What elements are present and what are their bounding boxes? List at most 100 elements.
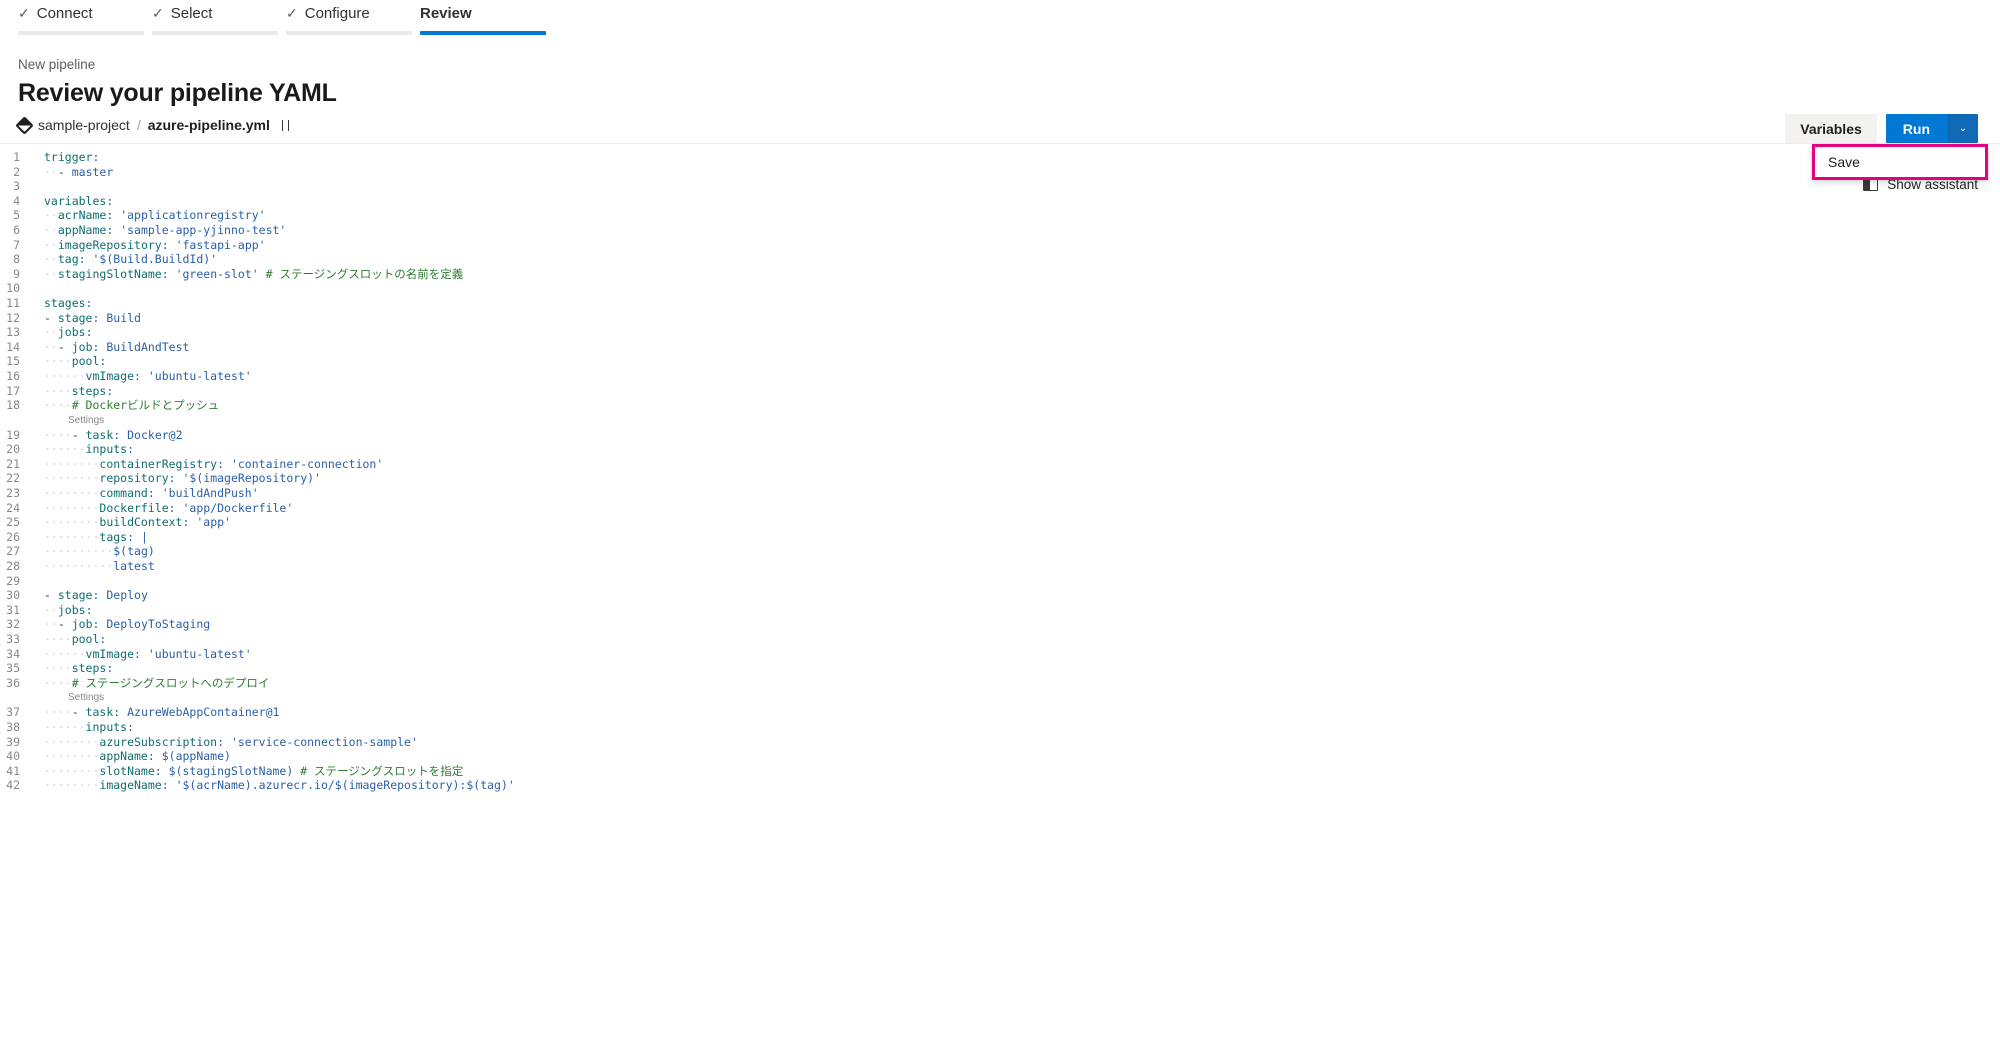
line-number: 37: [6, 705, 20, 720]
code-text[interactable]: - stage: Deploy: [44, 588, 148, 603]
code-text[interactable]: ······inputs:: [44, 442, 134, 457]
wizard-tab-review[interactable]: Review: [420, 0, 554, 35]
code-text[interactable]: ····pool:: [44, 632, 106, 647]
code-text[interactable]: variables:: [44, 194, 113, 209]
line-number: 8: [13, 252, 20, 267]
token-key: slotName: [99, 763, 155, 778]
code-text[interactable]: ········command: 'buildAndPush': [44, 486, 259, 501]
code-text[interactable]: ····pool:: [44, 354, 106, 369]
code-text[interactable]: ······vmImage: 'ubuntu-latest': [44, 647, 252, 662]
run-button[interactable]: Run: [1885, 114, 1947, 143]
code-text[interactable]: ··- job: BuildAndTest: [44, 340, 189, 355]
code-text[interactable]: ··········latest: [44, 559, 155, 574]
wizard-tab-underline: [286, 31, 412, 35]
page-title: Review your pipeline YAML: [18, 79, 337, 107]
dropdown-item-save[interactable]: Save: [1815, 147, 1985, 177]
token-punc: :: [161, 266, 176, 281]
wizard-tab-text: Select: [170, 4, 213, 22]
code-text[interactable]: ··jobs:: [44, 603, 93, 618]
code-text[interactable]: ······inputs:: [44, 720, 134, 735]
token-key: jobs: [57, 602, 86, 617]
line-number: 42: [6, 778, 20, 793]
code-text[interactable]: ··jobs:: [44, 325, 93, 340]
code-line: 26 ········tags: |: [0, 530, 2000, 545]
code-text[interactable]: ········repository: '$(imageRepository)': [44, 471, 321, 486]
line-number: 16: [6, 368, 20, 383]
code-text[interactable]: ····# Dockerビルドとプッシュ: [44, 398, 219, 413]
token-punc: :: [113, 705, 128, 720]
wizard-tab-label: Review: [420, 2, 554, 24]
code-text[interactable]: - stage: Build: [44, 311, 141, 326]
code-text[interactable]: ········imageName: '$(acrName).azurecr.i…: [44, 778, 515, 793]
code-text[interactable]: ········buildContext: 'app': [44, 515, 231, 530]
token-ind: ········: [44, 486, 100, 501]
token-key: trigger: [44, 150, 93, 164]
token-key: vmImage: [85, 368, 135, 383]
token-key: stage: [57, 310, 93, 325]
token-key: appName: [57, 222, 107, 237]
code-line: 7 ··imageRepository: 'fastapi-app': [0, 238, 2000, 253]
code-line: 13 ··jobs:: [0, 325, 2000, 340]
token-punc: :: [85, 325, 93, 340]
variables-button[interactable]: Variables: [1785, 114, 1877, 143]
token-key: variables: [44, 193, 107, 208]
code-line: 11 stages:: [0, 296, 2000, 311]
code-text[interactable]: ··- master: [44, 165, 113, 180]
line-number: 38: [6, 719, 20, 734]
token-punc: :: [154, 763, 169, 778]
code-text[interactable]: stages:: [44, 296, 92, 311]
code-text[interactable]: ········Dockerfile: 'app/Dockerfile': [44, 501, 293, 516]
wizard-tab-select[interactable]: ✓ Select: [152, 0, 286, 35]
token-dash: -: [57, 164, 72, 179]
wizard-tab-configure[interactable]: ✓ Configure: [286, 0, 420, 35]
token-cmt: # ステージングスロットへのデプロイ: [71, 675, 270, 690]
code-text[interactable]: ··imageRepository: 'fastapi-app': [44, 238, 266, 253]
breadcrumb-project[interactable]: sample-project: [38, 117, 130, 133]
branch-icon[interactable]: [280, 119, 293, 132]
code-text[interactable]: ········appName: $(appName): [44, 749, 231, 764]
code-text[interactable]: ········slotName: $(stagingSlotName) # ス…: [44, 764, 463, 779]
code-line: 18 ····# Dockerビルドとプッシュ: [0, 398, 2000, 413]
wizard-tab-label: ✓ Connect: [18, 2, 152, 24]
token-ind: ········: [44, 734, 100, 749]
wizard-tab-label: ✓ Configure: [286, 2, 420, 24]
code-text[interactable]: ······vmImage: 'ubuntu-latest': [44, 369, 252, 384]
token-punc: :: [92, 339, 107, 354]
line-number: 1: [13, 150, 20, 164]
breadcrumb-filename[interactable]: azure-pipeline.yml: [148, 117, 270, 133]
code-text[interactable]: ··tag: '$(Build.BuildId)': [44, 252, 217, 267]
yaml-code-editor[interactable]: 1 trigger: 2 ··- master 3 4 variables: 5 ··acrNa…: [0, 143, 2000, 903]
command-bar: Variables Run ⌄: [1785, 114, 1978, 143]
token-key: inputs: [85, 442, 128, 457]
code-text[interactable]: ····- task: Docker@2: [44, 428, 183, 443]
code-text[interactable]: trigger:: [44, 150, 99, 165]
wizard-tab-label: ✓ Select: [152, 2, 286, 24]
code-text[interactable]: ··acrName: 'applicationregistry': [44, 208, 266, 223]
code-text[interactable]: ··- job: DeployToStaging: [44, 617, 210, 632]
token-punc: :: [217, 456, 231, 471]
wizard-tab-underline: [152, 31, 278, 35]
code-text[interactable]: ····steps:: [44, 661, 113, 676]
token-ind: ····: [44, 661, 72, 676]
run-dropdown-menu: Save: [1812, 144, 1988, 180]
codelens-settings-link[interactable]: Settings: [68, 690, 104, 705]
wizard-tab-connect[interactable]: ✓ Connect: [18, 0, 152, 35]
line-number: 22: [6, 471, 20, 486]
code-text[interactable]: ··appName: 'sample-app-yjinno-test': [44, 223, 286, 238]
code-text[interactable]: ········containerRegistry: 'container-co…: [44, 457, 383, 472]
code-text[interactable]: ········azureSubscription: 'service-conn…: [44, 735, 418, 750]
line-number: 20: [6, 442, 20, 457]
line-number: 27: [6, 544, 20, 559]
token-cmt: # ステージングスロットの名前を定義: [258, 266, 464, 281]
code-text[interactable]: ····steps:: [44, 384, 113, 399]
code-text[interactable]: ··stagingSlotName: 'green-slot' # ステージング…: [44, 267, 463, 282]
token-ind: ······: [44, 646, 86, 661]
code-text[interactable]: ····# ステージングスロットへのデプロイ: [44, 676, 269, 691]
run-dropdown-chevron-icon[interactable]: ⌄: [1947, 114, 1978, 143]
code-text[interactable]: ··········$(tag): [44, 544, 155, 559]
line-number: 14: [6, 339, 20, 354]
run-split-button[interactable]: Run ⌄: [1885, 114, 1978, 143]
code-text[interactable]: ····- task: AzureWebAppContainer@1: [44, 705, 279, 720]
code-text[interactable]: ········tags: |: [44, 530, 148, 545]
codelens-settings-link[interactable]: Settings: [68, 413, 104, 428]
